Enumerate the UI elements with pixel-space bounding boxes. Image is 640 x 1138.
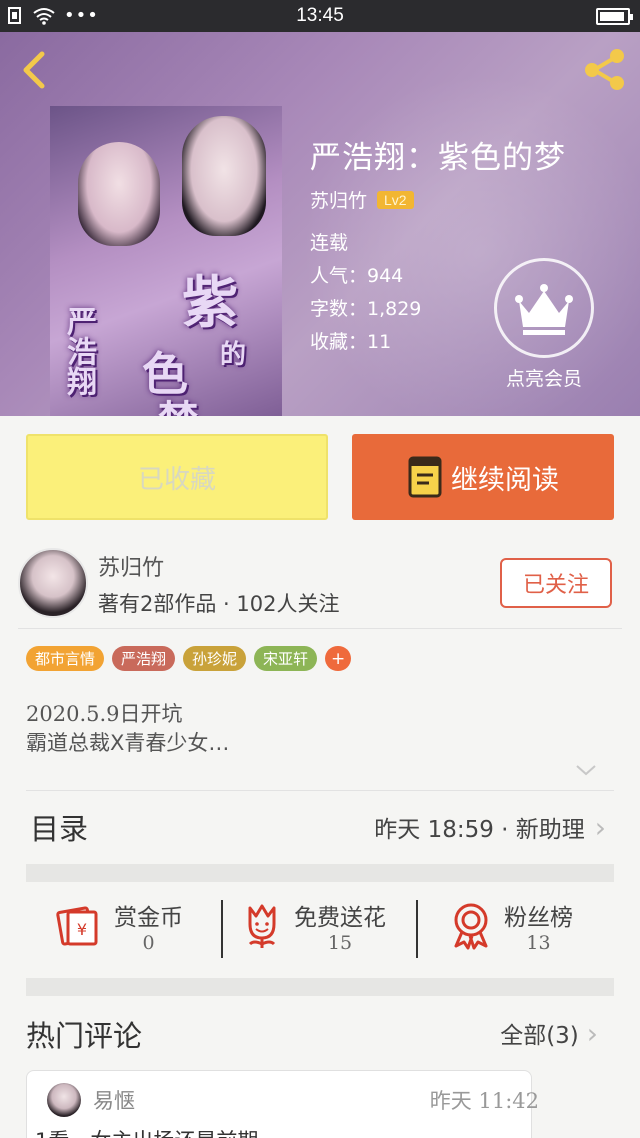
divider [221,900,223,958]
collected-button[interactable]: 已收藏 [26,434,328,520]
crown-icon [515,284,573,335]
book-favorites: 收藏：11 [310,331,392,353]
share-icon[interactable] [582,46,628,92]
vip-button[interactable] [494,258,594,358]
flower-icon [248,904,276,948]
book-author-row: 苏归竹 Lv2 [310,186,414,213]
divider [26,790,614,791]
feature-value: 13 [526,932,551,954]
vip-label: 点亮会员 [505,368,582,390]
add-tag-button[interactable]: + [325,646,352,671]
comment-time: 昨天 11:42 [429,1089,539,1113]
chevron-right-icon: › [586,1016,598,1050]
hot-comments-title: 热门评论 [26,1019,143,1053]
status-bar: ••• 13:45 [0,0,640,32]
book-cover[interactable]: 紫 色 梦 严浩翔 的 [50,106,282,416]
commenter-avatar[interactable] [47,1083,81,1117]
tag-list: 都市言情 严浩翔 孙珍妮 宋亚轩 + [26,646,352,671]
continue-reading-button[interactable]: 继续阅读 [352,434,614,520]
comment-card[interactable]: 易惬 昨天 11:42 1看一女主出场还是前期 [26,1070,539,1138]
intro-line-1: 2020.5.9日开坑 [26,702,183,726]
battery-icon [596,8,633,25]
section-gap [26,864,614,882]
tag-item[interactable]: 严浩翔 [112,646,176,671]
medal-icon [454,903,488,950]
chevron-down-icon[interactable] [574,760,598,780]
collected-label: 已收藏 [137,464,216,495]
continue-reading-label: 继续阅读 [451,464,559,496]
all-comments-link[interactable]: 全部(3) › [500,1016,598,1050]
follow-button[interactable]: 已关注 [500,558,612,608]
fan-ranking-button[interactable]: 粉丝榜 13 [450,898,573,954]
tag-item[interactable]: 孙珍妮 [183,646,247,671]
cover-figure-right [182,116,266,236]
book-popularity: 人气：944 [310,265,404,287]
follow-label: 已关注 [522,573,589,598]
send-flower-button[interactable]: 免费送花 15 [242,898,386,954]
feature-value: 0 [142,932,155,954]
status-time: 13:45 [296,5,344,26]
author-stats: 著有2部作品 · 102人关注 [98,592,340,616]
commenter-name[interactable]: 易惬 [93,1085,135,1115]
intro-line-2: 霸道总裁X青春少女… [26,731,230,755]
back-icon[interactable] [16,48,52,92]
reward-coins-button[interactable]: ¥ 赏金币 0 [54,898,183,954]
section-gap [26,978,614,996]
toc-title[interactable]: 目录 [30,806,88,848]
all-comments-label: 全部(3) [500,1023,579,1049]
divider [18,628,622,629]
book-title: 严浩翔：紫色的梦 [310,140,566,176]
feature-label: 粉丝榜 [504,905,573,931]
feature-label: 免费送花 [294,905,386,931]
latest-chapter-label: 昨天 18:59 · 新助理 [374,817,585,843]
book-icon [408,456,442,498]
toc-latest-chapter[interactable]: 昨天 18:59 · 新助理 › [374,810,606,844]
svg-text:¥: ¥ [77,920,87,939]
book-status: 连载 [310,232,349,254]
feature-value: 15 [327,932,353,954]
cover-title-art: 紫 色 梦 严浩翔 的 [61,270,247,416]
feature-label: 赏金币 [114,905,183,931]
divider [416,900,418,958]
book-author-name[interactable]: 苏归竹 [310,186,367,213]
tag-item[interactable]: 都市言情 [26,646,105,671]
book-word-count: 字数：1,829 [310,298,422,320]
comment-text: 1看一女主出场还是前期 [35,1125,258,1138]
cover-figure-left [78,142,160,246]
red-envelope-icon: ¥ [56,906,98,946]
author-name[interactable]: 苏归竹 [98,550,164,582]
author-level-badge: Lv2 [377,190,414,209]
chevron-right-icon: › [594,810,606,844]
tag-item[interactable]: 宋亚轩 [254,646,318,671]
author-avatar[interactable] [18,548,88,618]
book-header: 紫 色 梦 严浩翔 的 严浩翔：紫色的梦 苏归竹 Lv2 连载 人气：944 字… [0,32,640,416]
